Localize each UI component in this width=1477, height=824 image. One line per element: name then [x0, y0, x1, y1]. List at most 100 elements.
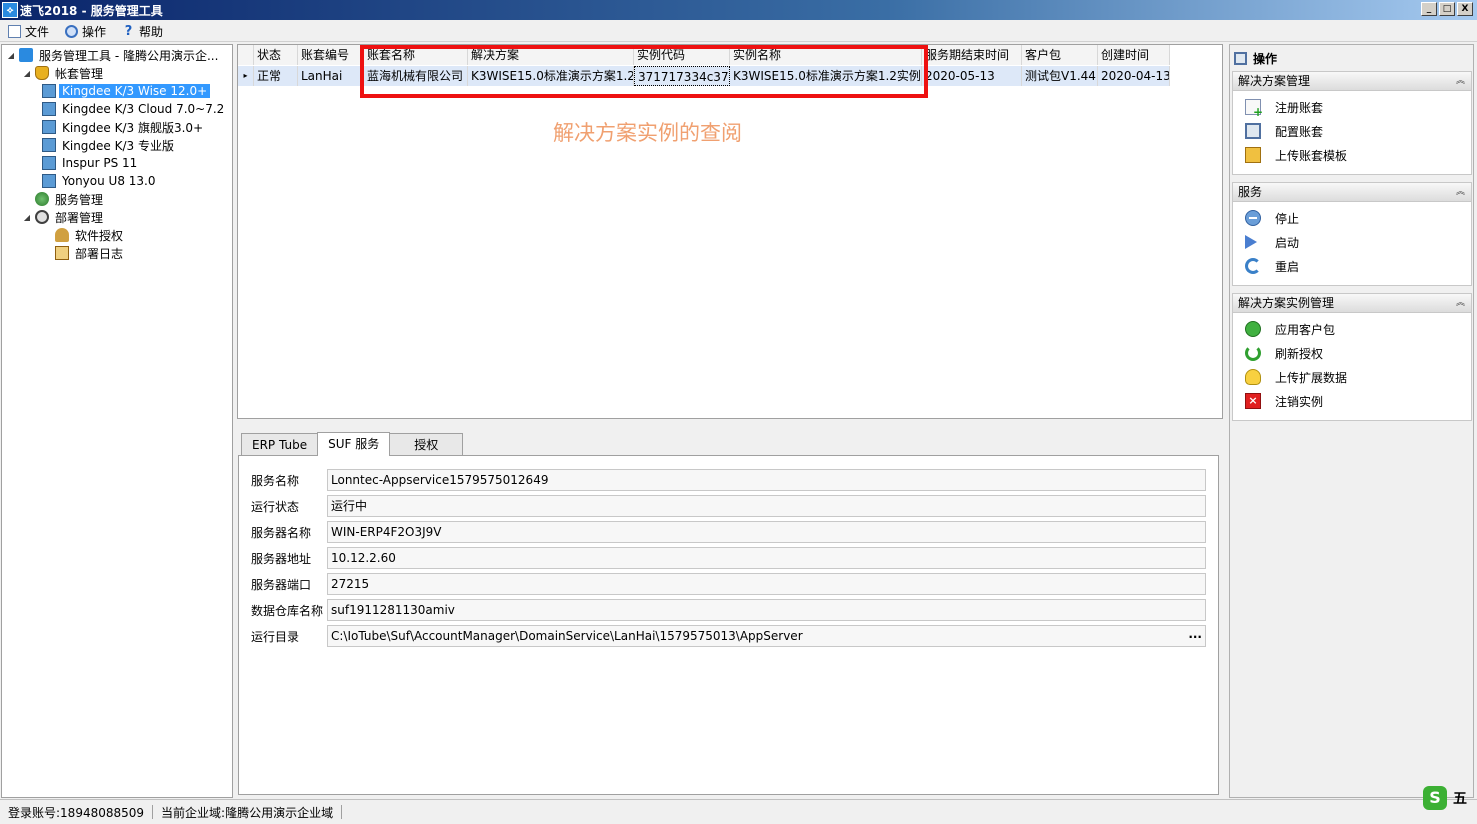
column-header[interactable]: 创建时间	[1098, 45, 1170, 65]
tree-item-log[interactable]: 部署日志	[55, 244, 126, 262]
action-apply-client-package[interactable]: 应用客户包	[1233, 317, 1471, 341]
cell-solution[interactable]: K3WISE15.0标准演示方案1.2	[468, 66, 634, 86]
tree-item-product[interactable]: Kingdee K/3 专业版	[42, 136, 177, 154]
form-row: 服务器名称	[251, 521, 327, 543]
field-label: 服务器端口	[251, 577, 312, 592]
chevron-up-icon[interactable]: ︽	[1456, 72, 1465, 91]
cell-instance-code[interactable]: 371717334c372	[634, 66, 730, 86]
action-configure-account[interactable]: 配置账套	[1233, 119, 1471, 143]
warehouse-name-field[interactable]: suf1911281130amiv	[327, 599, 1206, 621]
form-row: 运行目录	[251, 625, 327, 647]
chevron-up-icon[interactable]: ︽	[1456, 294, 1465, 313]
column-header[interactable]: 账套名称	[364, 45, 468, 65]
tree-product-label: Kingdee K/3 专业版	[62, 138, 174, 153]
maximize-button[interactable]: □	[1439, 2, 1455, 16]
collapse-arrow-icon[interactable]: ◢	[22, 213, 32, 222]
tab-license[interactable]: 授权	[389, 433, 464, 455]
action-start[interactable]: 启动	[1233, 230, 1471, 254]
action-upload-extension-data[interactable]: 上传扩展数据	[1233, 365, 1471, 389]
action-deregister-instance[interactable]: × 注销实例	[1233, 389, 1471, 413]
run-directory-field[interactable]: C:\IoTube\Suf\AccountManager\DomainServi…	[327, 625, 1206, 647]
section-service: 服务 ︽ 停止 启动 重启	[1232, 182, 1472, 286]
column-header[interactable]: 客户包	[1022, 45, 1098, 65]
cell-instance-name[interactable]: K3WISE15.0标准演示方案1.2实例	[730, 66, 922, 86]
action-label: 上传账套模板	[1275, 148, 1348, 163]
book-icon	[42, 102, 56, 116]
action-stop[interactable]: 停止	[1233, 206, 1471, 230]
cell-account-no[interactable]: LanHai	[298, 66, 364, 86]
menu-actions[interactable]: 操作	[57, 21, 114, 42]
action-label: 注册账套	[1275, 100, 1324, 115]
window-controls: _ □ X	[1421, 2, 1473, 16]
tree-item-accounts[interactable]: ◢ 帐套管理	[22, 64, 106, 82]
chevron-up-icon[interactable]: ︽	[1456, 183, 1465, 202]
tree-item-product[interactable]: Kingdee K/3 Wise 12.0+	[42, 82, 211, 100]
run-status-field[interactable]: 运行中	[327, 495, 1206, 517]
service-detail-panel: 服务名称 Lonntec-Appservice1579575012649 运行状…	[238, 455, 1219, 795]
section-title-label: 解决方案管理	[1238, 74, 1311, 88]
actions-header: 操作	[1234, 49, 1277, 67]
tab-erp-tube[interactable]: ERP Tube	[241, 433, 319, 455]
service-name-field[interactable]: Lonntec-Appservice1579575012649	[327, 469, 1206, 491]
action-label: 刷新授权	[1275, 346, 1324, 361]
detail-tabs: ERP Tube SUF 服务 授权	[241, 432, 464, 456]
section-title[interactable]: 服务 ︽	[1233, 183, 1471, 202]
help-icon: ?	[124, 23, 133, 39]
tree-root[interactable]: ◢ 服务管理工具 - 隆腾公用演示企...	[6, 46, 221, 64]
collapse-arrow-icon[interactable]: ◢	[6, 51, 16, 60]
column-header[interactable]: 状态	[254, 45, 298, 65]
tab-suf-service[interactable]: SUF 服务	[317, 432, 391, 456]
tree-root-label: 服务管理工具 - 隆腾公用演示企...	[39, 48, 219, 63]
cell-status[interactable]: 正常	[254, 66, 298, 86]
register-icon	[1245, 99, 1263, 119]
cell-account-name[interactable]: 蓝海机械有限公司	[364, 66, 468, 86]
tree-item-product[interactable]: Yonyou U8 13.0	[42, 172, 159, 190]
collapse-arrow-icon[interactable]: ◢	[22, 69, 32, 78]
server-port-field[interactable]: 27215	[327, 573, 1206, 595]
tree-item-product[interactable]: Inspur PS 11	[42, 154, 140, 172]
document-icon	[8, 24, 21, 38]
book-icon	[42, 174, 56, 188]
action-restart[interactable]: 重启	[1233, 254, 1471, 278]
instance-grid: 状态 账套编号 账套名称 解决方案 实例代码 实例名称 服务期结束时间 客户包 …	[237, 44, 1223, 419]
field-label: 数据仓库名称	[251, 603, 324, 618]
action-refresh-license[interactable]: 刷新授权	[1233, 341, 1471, 365]
close-button[interactable]: X	[1457, 2, 1473, 16]
browse-button[interactable]: ···	[1188, 627, 1202, 646]
row-selector-icon[interactable]: ▸	[238, 66, 254, 86]
server-address-field[interactable]: 10.12.2.60	[327, 547, 1206, 569]
globe-icon	[35, 192, 49, 206]
cell-client-package[interactable]: 测试包V1.44	[1022, 66, 1098, 86]
server-name-field[interactable]: WIN-ERP4F2O3J9V	[327, 521, 1206, 543]
column-header[interactable]: 实例名称	[730, 45, 922, 65]
action-label: 上传扩展数据	[1275, 370, 1348, 385]
grid-header: 状态 账套编号 账套名称 解决方案 实例代码 实例名称 服务期结束时间 客户包 …	[238, 45, 1170, 65]
cell-service-end[interactable]: 2020-05-13	[922, 66, 1022, 86]
column-header[interactable]: 实例代码	[634, 45, 730, 65]
input-method-indicator[interactable]: S 五	[1423, 786, 1467, 810]
cell-created[interactable]: 2020-04-13	[1098, 66, 1170, 86]
column-header[interactable]: 账套编号	[298, 45, 364, 65]
form-row: 数据仓库名称	[251, 599, 327, 621]
minimize-button[interactable]: _	[1421, 2, 1437, 16]
panel-splitter[interactable]	[237, 420, 1223, 428]
section-title[interactable]: 解决方案实例管理 ︽	[1233, 294, 1471, 313]
tree-item-product[interactable]: Kingdee K/3 Cloud 7.0~7.2	[42, 100, 227, 118]
tree-item-product[interactable]: Kingdee K/3 旗舰版3.0+	[42, 118, 206, 136]
menu-help[interactable]: ? 帮助	[114, 21, 171, 42]
tree-item-services[interactable]: 服务管理	[35, 190, 106, 208]
folder-upload-icon	[1245, 147, 1261, 163]
column-header[interactable]: 解决方案	[468, 45, 634, 65]
tree-item-license[interactable]: 软件授权	[55, 226, 126, 244]
table-row[interactable]: ▸ 正常 LanHai 蓝海机械有限公司 K3WISE15.0标准演示方案1.2…	[238, 66, 1170, 86]
tree-log-label: 部署日志	[75, 246, 124, 261]
action-register-account[interactable]: 注册账套	[1233, 95, 1471, 119]
check-icon	[1245, 321, 1261, 337]
menu-file[interactable]: 文件	[0, 21, 57, 42]
section-title[interactable]: 解决方案管理 ︽	[1233, 72, 1471, 91]
column-header[interactable]: 服务期结束时间	[922, 45, 1022, 65]
configure-icon	[1245, 123, 1261, 139]
action-upload-template[interactable]: 上传账套模板	[1233, 143, 1471, 167]
tree-item-deploy[interactable]: ◢ 部署管理	[22, 208, 106, 226]
action-label: 注销实例	[1275, 394, 1324, 409]
